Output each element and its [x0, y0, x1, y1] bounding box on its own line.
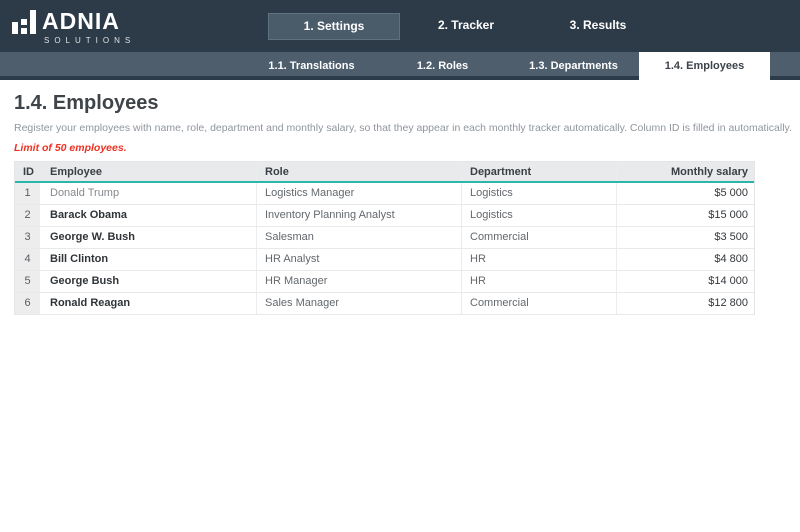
column-header-id: ID [15, 162, 42, 181]
cell-salary[interactable]: $15 000 [616, 205, 754, 226]
cell-department[interactable]: HR [461, 249, 616, 270]
cell-id: 1 [15, 183, 42, 204]
page-description: Register your employees with name, role,… [14, 122, 792, 134]
column-header-department: Department [461, 162, 616, 181]
cell-salary[interactable]: $5 000 [616, 183, 754, 204]
table-row: 1Donald TrumpLogistics ManagerLogistics$… [15, 183, 754, 205]
table-row: 4Bill ClintonHR AnalystHR$4 800 [15, 249, 754, 271]
cell-salary[interactable]: $3 500 [616, 227, 754, 248]
bar-chart-icon [12, 10, 36, 34]
cell-employee[interactable]: Bill Clinton [42, 249, 256, 270]
cell-role[interactable]: Salesman [256, 227, 461, 248]
app-header: ADNIA SOLUTIONS 1. Settings2. Tracker3. … [0, 0, 800, 52]
cell-role[interactable]: HR Manager [256, 271, 461, 292]
cell-role[interactable]: HR Analyst [256, 249, 461, 270]
limit-note: Limit of 50 employees. [14, 142, 127, 154]
cell-employee[interactable]: Ronald Reagan [42, 293, 256, 314]
cell-role[interactable]: Sales Manager [256, 293, 461, 314]
cell-role[interactable]: Inventory Planning Analyst [256, 205, 461, 226]
table-row: 2Barack ObamaInventory Planning AnalystL… [15, 205, 754, 227]
employees-table: ID Employee Role Department Monthly sala… [14, 161, 755, 315]
tab-3[interactable]: 1.3. Departments [508, 52, 639, 80]
brand-tagline: SOLUTIONS [44, 36, 135, 45]
cell-salary[interactable]: $14 000 [616, 271, 754, 292]
cell-department[interactable]: Logistics [461, 205, 616, 226]
page-content: 1.4. Employees Register your employees w… [0, 80, 800, 528]
cell-department[interactable]: Commercial [461, 293, 616, 314]
cell-id: 2 [15, 205, 42, 226]
tab-1[interactable]: 1.1. Translations [246, 52, 377, 80]
table-body: 1Donald TrumpLogistics ManagerLogistics$… [15, 183, 754, 315]
page-title: 1.4. Employees [14, 92, 159, 115]
cell-role[interactable]: Logistics Manager [256, 183, 461, 204]
cell-employee[interactable]: George W. Bush [42, 227, 256, 248]
table-row: 6Ronald ReaganSales ManagerCommercial$12… [15, 293, 754, 315]
cell-employee[interactable]: George Bush [42, 271, 256, 292]
cell-employee[interactable]: Barack Obama [42, 205, 256, 226]
column-header-role: Role [256, 162, 461, 181]
main-nav: 1. Settings2. Tracker3. Results [268, 13, 664, 40]
column-header-salary: Monthly salary [616, 162, 754, 181]
adnia-logo: ADNIA SOLUTIONS [12, 9, 135, 45]
column-header-employee: Employee [42, 162, 256, 181]
nav-item-1[interactable]: 1. Settings [268, 13, 400, 40]
tab-4[interactable]: 1.4. Employees [639, 52, 770, 84]
cell-employee[interactable]: Donald Trump [42, 183, 256, 204]
nav-item-2[interactable]: 2. Tracker [400, 13, 532, 40]
table-row: 5George BushHR ManagerHR$14 000 [15, 271, 754, 293]
tab-2[interactable]: 1.2. Roles [377, 52, 508, 80]
nav-item-3[interactable]: 3. Results [532, 13, 664, 40]
cell-id: 6 [15, 293, 42, 314]
cell-salary[interactable]: $4 800 [616, 249, 754, 270]
cell-department[interactable]: HR [461, 271, 616, 292]
table-row: 3George W. BushSalesmanCommercial$3 500 [15, 227, 754, 249]
table-header-row: ID Employee Role Department Monthly sala… [15, 162, 754, 183]
cell-department[interactable]: Logistics [461, 183, 616, 204]
cell-id: 4 [15, 249, 42, 270]
brand-name: ADNIA [42, 9, 135, 33]
sub-nav: 1.1. Translations1.2. Roles1.3. Departme… [0, 52, 800, 80]
cell-id: 5 [15, 271, 42, 292]
cell-department[interactable]: Commercial [461, 227, 616, 248]
cell-salary[interactable]: $12 800 [616, 293, 754, 314]
cell-id: 3 [15, 227, 42, 248]
